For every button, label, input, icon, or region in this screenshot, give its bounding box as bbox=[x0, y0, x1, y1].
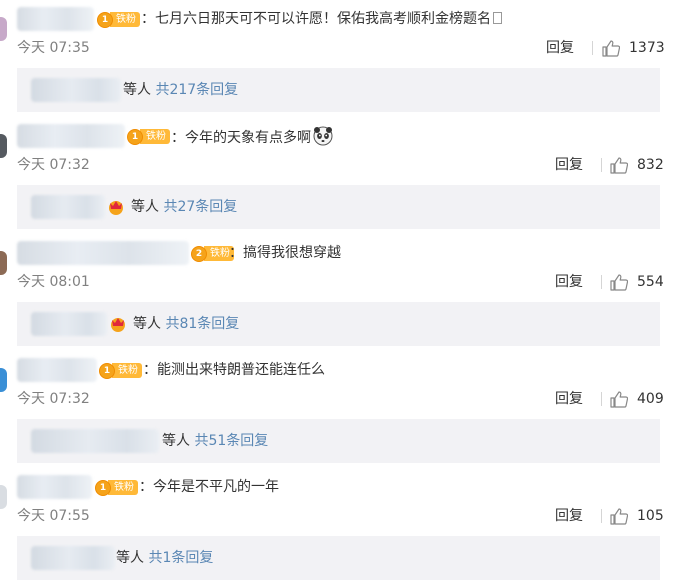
divider bbox=[601, 392, 602, 406]
badge-label: 铁粉 bbox=[112, 363, 142, 378]
comment-time: 今天 07:35 bbox=[17, 40, 90, 56]
avatar[interactable] bbox=[0, 368, 7, 392]
reply-summary[interactable]: 等人 共27条回复 bbox=[17, 185, 660, 229]
fan-badge[interactable]: 1 铁粉 bbox=[99, 362, 142, 379]
comment-time: 今天 07:32 bbox=[17, 157, 90, 173]
username[interactable] bbox=[17, 124, 125, 148]
thumbs-up-icon bbox=[610, 273, 628, 291]
like-count: 1373 bbox=[629, 40, 665, 56]
like-count: 554 bbox=[637, 274, 664, 290]
username[interactable] bbox=[17, 358, 97, 382]
username[interactable] bbox=[17, 475, 92, 499]
avatar[interactable] bbox=[0, 134, 7, 158]
reply-button[interactable]: 回复 bbox=[555, 507, 583, 525]
reply-summary-text: 等人 共51条回复 bbox=[162, 432, 268, 450]
comment-item: 2 铁粉 ：搞得我很想穿越 今天 08:01 回复 554 等人 共81条回复 bbox=[0, 234, 680, 351]
username[interactable] bbox=[17, 7, 94, 31]
like-count: 832 bbox=[637, 157, 664, 173]
replier-names bbox=[31, 312, 107, 336]
reply-count-link[interactable]: 共1条回复 bbox=[148, 550, 213, 566]
like-button[interactable]: 554 bbox=[610, 273, 664, 291]
like-button[interactable]: 105 bbox=[610, 507, 664, 525]
thumbs-up-icon bbox=[610, 507, 628, 525]
reply-summary-text: 等人 共1条回复 bbox=[116, 549, 213, 567]
divider bbox=[592, 41, 593, 55]
crown-badge-icon: 1 bbox=[99, 362, 115, 379]
badge-label: 铁粉 bbox=[110, 12, 140, 27]
thumbs-up-icon bbox=[602, 39, 620, 57]
comment-time: 今天 07:55 bbox=[17, 508, 90, 524]
comment-item: 1 铁粉 ：今年的天象有点多啊 今天 07:32 回复 832 等人 共27条回… bbox=[0, 117, 680, 234]
crown-badge-icon: 1 bbox=[95, 479, 111, 496]
crown-badge-icon: 1 bbox=[97, 11, 113, 28]
divider bbox=[601, 158, 602, 172]
reply-who: 等人 bbox=[131, 199, 159, 215]
comment-item: 1 铁粉 ：能测出来特朗普还能连任么 今天 07:32 回复 409 等人 共5… bbox=[0, 351, 680, 468]
reply-button[interactable]: 回复 bbox=[546, 39, 574, 57]
badge-label: 铁粉 bbox=[140, 129, 170, 144]
reply-summary[interactable]: 等人 共1条回复 bbox=[17, 536, 660, 580]
reply-button[interactable]: 回复 bbox=[555, 156, 583, 174]
reply-summary-text: 等人 共217条回复 bbox=[123, 81, 238, 99]
fan-badge[interactable]: 1 铁粉 bbox=[95, 479, 138, 496]
badge-label: 铁粉 bbox=[108, 480, 138, 495]
fan-badge[interactable]: 1 铁粉 bbox=[97, 11, 140, 28]
reply-count-link[interactable]: 共217条回复 bbox=[155, 82, 238, 98]
comment-text: ：今年是不平凡的一年 bbox=[139, 479, 279, 495]
reply-summary[interactable]: 等人 共217条回复 bbox=[17, 68, 660, 112]
fan-badge[interactable]: 2 铁粉 bbox=[191, 245, 234, 262]
comment-text: ：今年的天象有点多啊 bbox=[171, 126, 333, 148]
reply-count-link[interactable]: 共81条回复 bbox=[165, 316, 239, 332]
replier-names bbox=[31, 195, 105, 219]
username[interactable] bbox=[17, 241, 189, 265]
like-button[interactable]: 1373 bbox=[602, 39, 665, 57]
thumbs-up-icon bbox=[610, 390, 628, 408]
reply-summary[interactable]: 等人 共81条回复 bbox=[17, 302, 660, 346]
like-button[interactable]: 832 bbox=[610, 156, 664, 174]
reply-who: 等人 bbox=[116, 550, 144, 566]
comment-text: ：能测出来特朗普还能连任么 bbox=[143, 362, 325, 378]
reply-button[interactable]: 回复 bbox=[555, 273, 583, 291]
like-count: 105 bbox=[637, 508, 664, 524]
divider bbox=[601, 509, 602, 523]
fan-badge[interactable]: 1 铁粉 bbox=[127, 128, 170, 145]
replier-names bbox=[31, 78, 121, 102]
comment-time: 今天 07:32 bbox=[17, 391, 90, 407]
comment-item: 1 铁粉 ：七月六日那天可不可以许愿！保佑我高考顺利金榜题名 今天 07:35 … bbox=[0, 0, 680, 117]
reply-summary-text: 等人 共81条回复 bbox=[133, 315, 239, 333]
comment-text: ：七月六日那天可不可以许愿！保佑我高考顺利金榜题名 bbox=[141, 9, 502, 29]
reply-who: 等人 bbox=[133, 316, 161, 332]
reply-who: 等人 bbox=[123, 82, 151, 98]
reply-who: 等人 bbox=[162, 433, 190, 449]
comment-time: 今天 08:01 bbox=[17, 274, 90, 290]
divider bbox=[601, 275, 602, 289]
panda-emoji-icon bbox=[313, 126, 333, 146]
avatar[interactable] bbox=[0, 251, 7, 275]
like-count: 409 bbox=[637, 391, 664, 407]
like-button[interactable]: 409 bbox=[610, 390, 664, 408]
thumbs-up-icon bbox=[610, 156, 628, 174]
comment-item: 1 铁粉 ：今年是不平凡的一年 今天 07:55 回复 105 等人 共1条回复 bbox=[0, 468, 680, 580]
avatar[interactable] bbox=[0, 485, 7, 509]
crown-badge-icon bbox=[109, 201, 123, 215]
avatar[interactable] bbox=[0, 17, 7, 41]
crown-badge-icon bbox=[111, 318, 125, 332]
reply-summary-text: 等人 共27条回复 bbox=[131, 198, 237, 216]
reply-count-link[interactable]: 共51条回复 bbox=[194, 433, 268, 449]
reply-count-link[interactable]: 共27条回复 bbox=[163, 199, 237, 215]
crown-badge-icon: 1 bbox=[127, 128, 143, 145]
comment-text: ：搞得我很想穿越 bbox=[229, 245, 341, 261]
replier-names bbox=[31, 546, 115, 570]
missing-glyph-icon bbox=[493, 12, 502, 24]
crown-badge-icon: 2 bbox=[191, 245, 207, 262]
reply-button[interactable]: 回复 bbox=[555, 390, 583, 408]
reply-summary[interactable]: 等人 共51条回复 bbox=[17, 419, 660, 463]
replier-names bbox=[31, 429, 159, 453]
